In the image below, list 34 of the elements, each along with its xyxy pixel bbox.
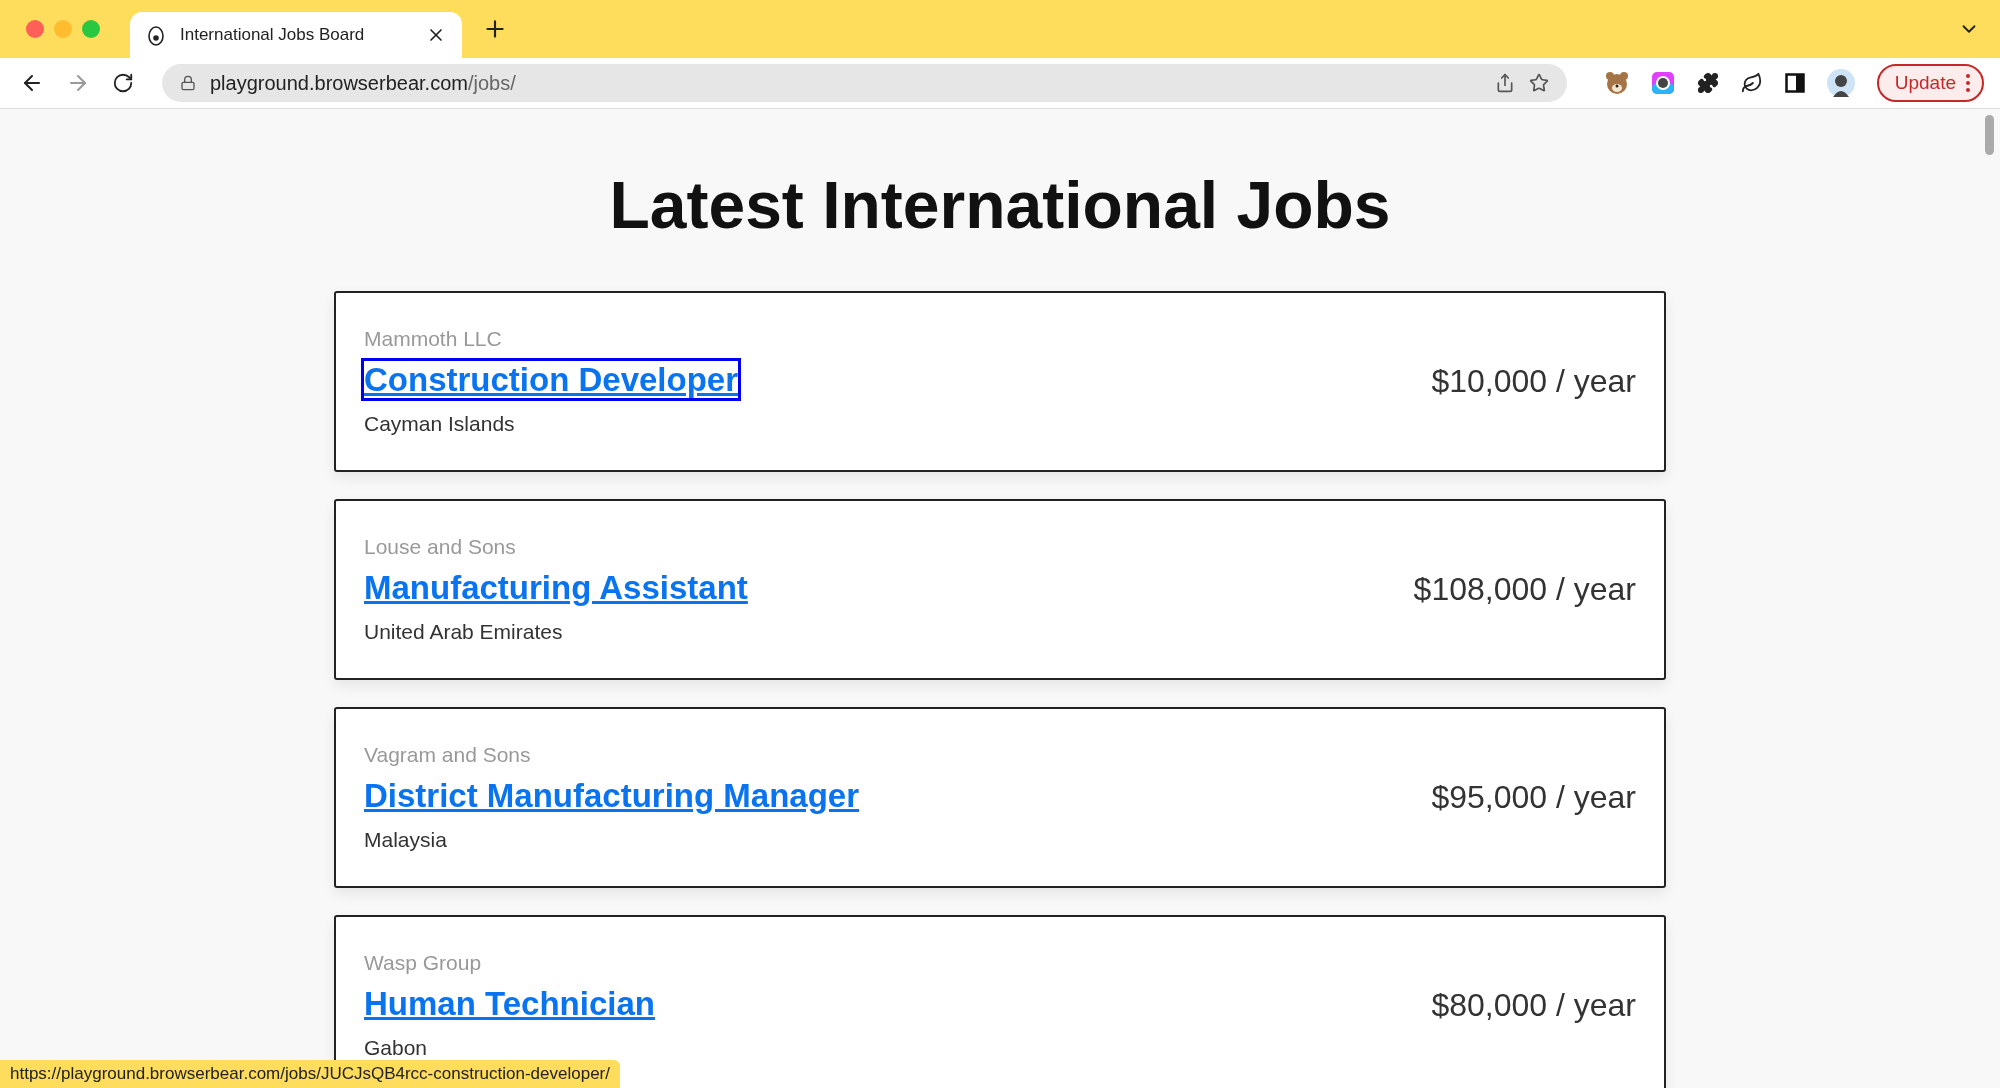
star-icon[interactable]	[1528, 73, 1549, 93]
job-location: Cayman Islands	[364, 412, 515, 437]
job-salary: $80,000 / year	[1431, 987, 1636, 1024]
more-vertical-icon[interactable]	[1966, 74, 1970, 92]
lock-icon	[180, 75, 196, 91]
job-salary: $95,000 / year	[1431, 779, 1636, 816]
company-name: Wasp Group	[364, 950, 482, 975]
company-name: Mammoth LLC	[364, 326, 502, 351]
job-salary: $10,000 / year	[1431, 363, 1636, 400]
company-name: Vagram and Sons	[364, 742, 531, 767]
puzzle-icon[interactable]	[1696, 72, 1719, 94]
job-title-link[interactable]: Human Technician	[364, 984, 655, 1023]
status-bar-url: https://playground.browserbear.com/jobs/JUCJsQB4rcc-construction-developer/	[0, 1060, 620, 1088]
job-title-link[interactable]: Construction Developer	[364, 360, 739, 399]
avatar-icon[interactable]	[1826, 69, 1855, 97]
job-location: Malaysia	[364, 828, 447, 853]
company-name: Louse and Sons	[364, 534, 516, 559]
reload-icon[interactable]	[112, 72, 134, 94]
browser-tab[interactable]: International Jobs Board	[130, 12, 462, 58]
job-salary: $108,000 / year	[1413, 571, 1636, 608]
job-title-link[interactable]: Manufacturing Assistant	[364, 568, 748, 607]
scrollbar-thumb[interactable]	[1985, 115, 1994, 155]
bear-extension-icon[interactable]	[1604, 71, 1629, 95]
page-title: Latest International Jobs	[609, 167, 1391, 243]
side-panel-icon[interactable]	[1784, 73, 1805, 93]
tab-title: International Jobs Board	[180, 25, 366, 45]
camera-extension-icon[interactable]	[1650, 71, 1675, 95]
address-bar[interactable]: playground.browserbear.com/jobs/	[162, 64, 1567, 102]
update-button[interactable]: Update	[1876, 64, 1984, 102]
url-text: playground.browserbear.com/jobs/	[210, 71, 517, 95]
job-location: United Arab Emirates	[364, 620, 563, 645]
job-title-link[interactable]: District Manufacturing Manager	[364, 776, 860, 815]
job-location: Gabon	[364, 1036, 428, 1061]
leaf-icon[interactable]	[1740, 72, 1763, 94]
